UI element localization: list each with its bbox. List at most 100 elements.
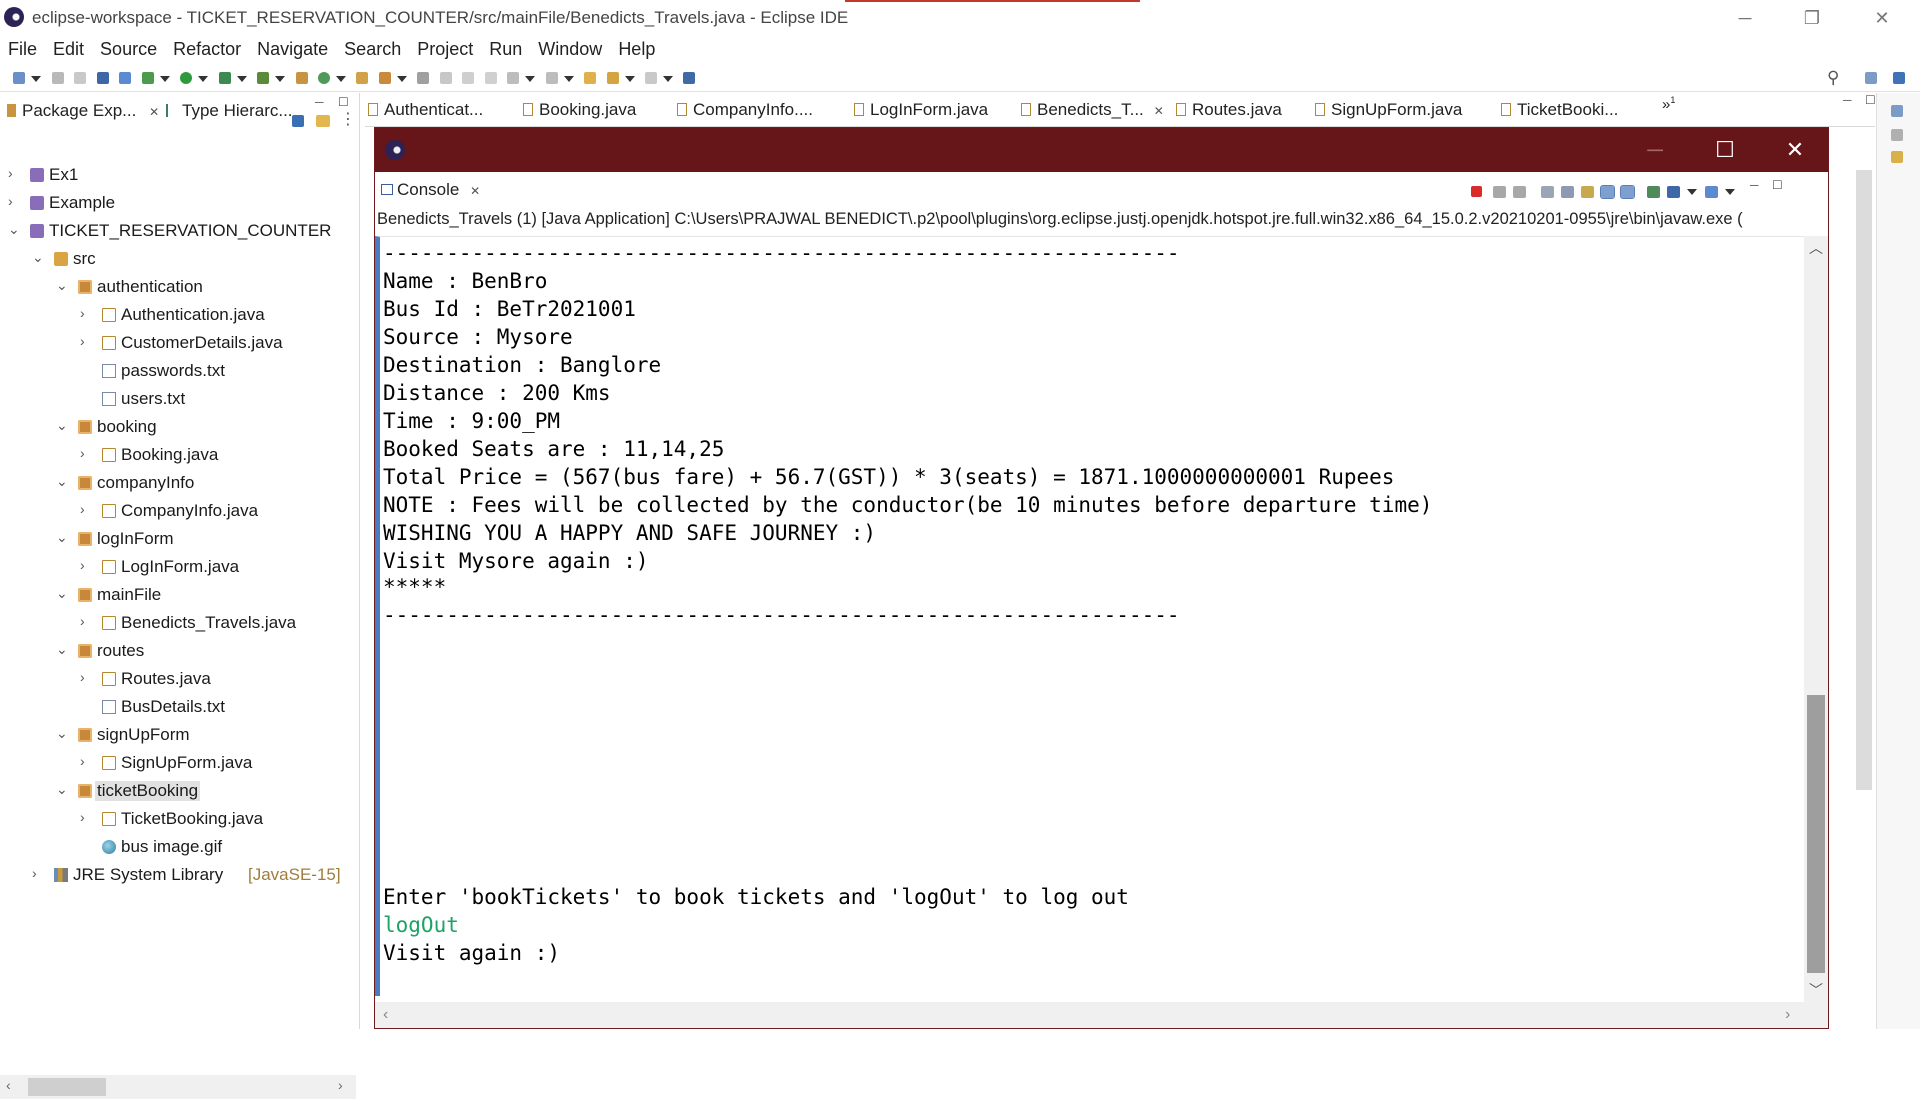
chevron-right-icon[interactable]: › <box>8 193 13 209</box>
tree-item[interactable]: ⌄ authentication <box>0 273 356 301</box>
tab-routes[interactable]: Routes.java <box>1176 100 1282 120</box>
chevron-right-icon[interactable]: › <box>8 165 13 181</box>
tab-benedicts-travels[interactable]: Benedicts_T... ✕ <box>1021 100 1164 120</box>
minimize-button[interactable]: ─ <box>1715 4 1775 32</box>
chevron-right-icon[interactable]: › <box>80 613 85 629</box>
prev-annotation-icon[interactable] <box>545 72 558 84</box>
outline-icon[interactable] <box>1891 105 1903 117</box>
editor-vertical-scrollbar[interactable] <box>1856 150 1872 1010</box>
maximize-editor-icon[interactable]: ☐ <box>1865 93 1876 107</box>
menu-edit[interactable]: Edit <box>45 34 92 60</box>
back-icon[interactable] <box>606 72 619 84</box>
menu-source[interactable]: Source <box>92 34 165 60</box>
scroll-left-icon[interactable]: ‹ <box>6 1077 11 1093</box>
menu-refactor[interactable]: Refactor <box>165 34 249 60</box>
debug-dropdown-icon[interactable] <box>159 76 170 82</box>
tree-item[interactable]: › CompanyInfo.java <box>0 497 356 525</box>
forward-icon[interactable] <box>644 72 657 84</box>
tree-item[interactable]: › LogInForm.java <box>0 553 356 581</box>
chevron-right-icon[interactable]: › <box>80 445 85 461</box>
chevron-right-icon[interactable]: › <box>80 809 85 825</box>
tree-item[interactable]: › Benedicts_Travels.java <box>0 609 356 637</box>
new-class-dropdown-icon[interactable] <box>335 76 346 82</box>
console-vertical-scrollbar[interactable]: ︿ ﹀ <box>1804 236 1828 1002</box>
display-console-icon[interactable] <box>1667 186 1680 198</box>
link-with-editor-icon[interactable] <box>316 115 330 127</box>
menu-run[interactable]: Run <box>481 34 530 60</box>
menu-search[interactable]: Search <box>336 34 409 60</box>
scroll-lock-icon[interactable] <box>1561 186 1574 198</box>
open-type-icon[interactable] <box>356 72 369 84</box>
pin-console-icon[interactable] <box>1647 186 1660 198</box>
save-all-icon[interactable] <box>74 72 87 84</box>
forward-dropdown-icon[interactable] <box>662 76 673 82</box>
scroll-down-icon[interactable]: ﹀ <box>1809 980 1823 1000</box>
show-whitespace-icon[interactable] <box>484 72 497 84</box>
maximize-view-icon[interactable]: ☐ <box>338 95 349 109</box>
view-menu-icon[interactable]: ⋮ <box>340 109 356 129</box>
display-console-dropdown-icon[interactable] <box>1687 189 1697 195</box>
next-annotation-dropdown-icon[interactable] <box>525 76 536 82</box>
tree-item[interactable]: › CustomerDetails.java <box>0 329 356 357</box>
pin-editor-icon[interactable] <box>683 72 696 84</box>
tree-item[interactable]: users.txt <box>0 385 356 413</box>
restore-button[interactable]: ❐ <box>1782 4 1842 32</box>
tree-item[interactable]: › Ex1 <box>0 161 356 189</box>
tab-booking[interactable]: Booking.java <box>523 100 636 120</box>
chevron-down-icon[interactable]: ⌄ <box>56 585 68 602</box>
new-icon[interactable] <box>13 72 26 84</box>
tree-item[interactable]: › TicketBooking.java <box>0 805 356 833</box>
tab-ticketbooking[interactable]: TicketBooki... <box>1501 100 1618 120</box>
coverage-dropdown-icon[interactable] <box>236 76 247 82</box>
chevron-down-icon[interactable]: ⌄ <box>56 417 68 434</box>
tree-item[interactable]: ⌄ signUpForm <box>0 721 356 749</box>
new-dropdown-icon[interactable] <box>31 76 42 82</box>
chevron-right-icon[interactable]: › <box>80 333 85 349</box>
skip-breakpoints-icon[interactable] <box>119 72 132 84</box>
tree-item[interactable]: › Example <box>0 189 356 217</box>
collapse-all-icon[interactable] <box>292 115 304 127</box>
close-button[interactable]: ✕ <box>1852 4 1912 32</box>
scroll-left-icon[interactable]: ‹ <box>383 1006 388 1024</box>
minimize-view-icon[interactable]: ─ <box>315 95 324 109</box>
open-perspective-icon[interactable] <box>1865 72 1877 84</box>
show-on-output-icon[interactable] <box>1600 185 1615 199</box>
chevron-right-icon[interactable]: › <box>80 557 85 573</box>
tree-item[interactable]: › Booking.java <box>0 441 356 469</box>
tree-item[interactable]: bus image.gif <box>0 833 356 861</box>
run-dropdown-icon[interactable] <box>198 76 209 82</box>
remove-all-icon[interactable] <box>1513 186 1526 198</box>
chevron-down-icon[interactable]: ⌄ <box>56 781 68 798</box>
tab-companyinfo[interactable]: CompanyInfo.... <box>677 100 813 120</box>
scrollbar-thumb[interactable] <box>28 1078 106 1096</box>
close-icon[interactable]: ✕ <box>149 105 159 119</box>
tree-item[interactable]: passwords.txt <box>0 357 356 385</box>
back-dropdown-icon[interactable] <box>624 76 635 82</box>
chevron-down-icon[interactable]: ⌄ <box>8 221 20 238</box>
last-edit-icon[interactable] <box>584 72 597 84</box>
menu-navigate[interactable]: Navigate <box>249 34 336 60</box>
chevron-down-icon[interactable]: ⌄ <box>32 249 44 266</box>
show-on-error-icon[interactable] <box>1620 185 1635 199</box>
tree-item[interactable]: › JRE System Library [JavaSE-15] <box>0 861 356 889</box>
toggle-block-icon[interactable] <box>462 72 475 84</box>
debug-icon[interactable] <box>141 72 154 84</box>
tab-type-hierarchy[interactable]: Type Hierarc... <box>166 101 293 127</box>
minimize-view-icon[interactable]: ─ <box>1750 178 1759 192</box>
tab-overflow-button[interactable]: »1 <box>1662 95 1675 113</box>
menu-project[interactable]: Project <box>409 34 481 60</box>
close-icon[interactable]: ✕ <box>1154 104 1164 118</box>
scroll-up-icon[interactable]: ︿ <box>1809 238 1823 258</box>
new-class-icon[interactable] <box>317 72 330 84</box>
external-tools-icon[interactable] <box>257 72 270 84</box>
tree-item[interactable]: › Routes.java <box>0 665 356 693</box>
tree-item[interactable]: ⌄ ticketBooking <box>0 777 356 805</box>
tab-authentication[interactable]: Authenticat... <box>368 100 483 120</box>
search-dropdown-icon[interactable] <box>396 76 407 82</box>
maximize-view-icon[interactable]: ☐ <box>1772 178 1783 192</box>
chevron-right-icon[interactable]: › <box>32 865 37 881</box>
terminal-icon[interactable] <box>96 72 109 84</box>
open-console-icon[interactable] <box>1705 186 1718 198</box>
search-icon[interactable]: ⚲ <box>1827 68 1839 88</box>
run-icon[interactable] <box>180 72 193 84</box>
